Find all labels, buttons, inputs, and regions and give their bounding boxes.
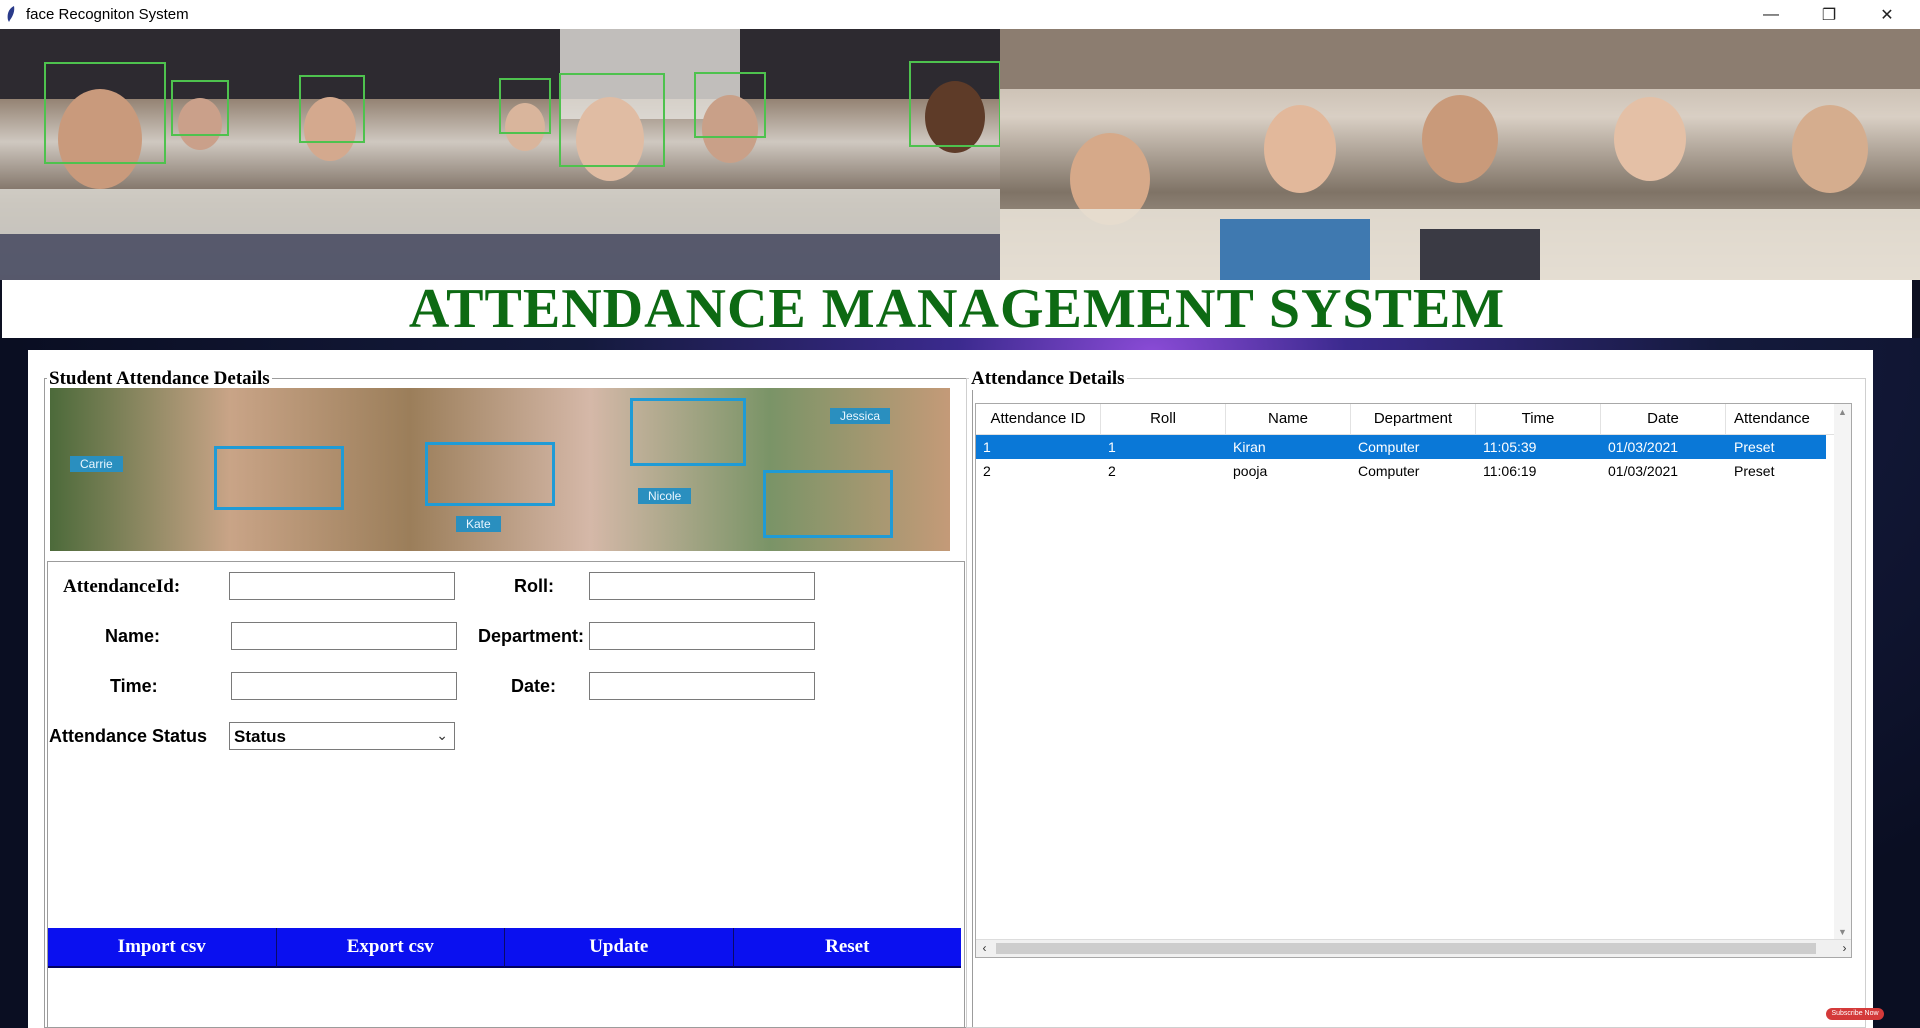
date-input[interactable]: [589, 672, 815, 700]
table-cell: 01/03/2021: [1608, 439, 1679, 455]
action-button-row: Import csv Export csv Update Reset: [48, 928, 961, 968]
table-cell: 2: [1108, 463, 1116, 479]
face-tag-kate: Kate: [456, 516, 501, 532]
table-cell: Preset: [1734, 463, 1775, 479]
face-tag-nicole: Nicole: [638, 488, 692, 504]
roll-input[interactable]: [589, 572, 815, 600]
lecture-hall-illustration: [1000, 29, 1920, 280]
column-header[interactable]: Time: [1476, 404, 1601, 434]
status-select-value: Status: [234, 727, 286, 746]
scroll-left-icon[interactable]: ‹: [976, 940, 993, 957]
heading-strip: ATTENDANCE MANAGEMENT SYSTEM: [2, 280, 1912, 338]
table-cell: Kiran: [1233, 439, 1266, 455]
attendance-id-label: AttendanceId:: [63, 576, 181, 597]
close-icon[interactable]: ✕: [1864, 0, 1910, 29]
face-tag-jessica: Jessica: [830, 408, 891, 424]
column-header[interactable]: Attendance: [1726, 404, 1826, 434]
face-box: [214, 446, 344, 510]
column-header[interactable]: Department: [1351, 404, 1476, 434]
roll-label: Roll:: [514, 576, 554, 596]
lecture-hall-banner-image: [1000, 29, 1920, 280]
face-tag-carrie: Carrie: [70, 456, 123, 472]
window-titlebar: face Recogniton System — ❐ ✕: [0, 0, 1920, 29]
classroom-banner-image: [0, 29, 1000, 280]
attendance-form: AttendanceId: Roll: Name: Department: Ti…: [47, 561, 965, 1028]
face-box: [763, 470, 893, 538]
window-title: face Recogniton System: [26, 6, 189, 23]
attendance-table[interactable]: Attendance ID Roll Name Department Time Date A…: [975, 403, 1852, 958]
restore-icon[interactable]: ❐: [1806, 0, 1852, 29]
attendance-id-input[interactable]: [229, 572, 455, 600]
reset-button[interactable]: Reset: [733, 928, 961, 968]
table-row[interactable]: 1 1 Kiran Computer 11:05:39 01/03/2021 Preset: [976, 435, 1826, 459]
student-attendance-details-panel: Student Attendance Details Jessica Carri…: [44, 368, 973, 1028]
name-input[interactable]: [231, 622, 457, 650]
attendance-status-label: Attendance Status: [49, 726, 208, 746]
department-label: Department:: [478, 626, 585, 646]
update-button[interactable]: Update: [505, 928, 734, 968]
time-label: Time:: [110, 676, 158, 696]
face-box: [630, 398, 746, 466]
vertical-scrollbar[interactable]: ▲ ▼: [1834, 404, 1851, 941]
page-title: ATTENDANCE MANAGEMENT SYSTEM: [408, 278, 1506, 340]
name-label: Name:: [105, 626, 161, 646]
scrollbar-thumb[interactable]: [996, 943, 1816, 954]
table-cell: Preset: [1734, 439, 1775, 455]
face-detection-image: Jessica Carrie Nicole Kate: [50, 388, 950, 551]
face-box: [425, 442, 555, 506]
panel-title: Attendance Details: [969, 368, 1127, 390]
table-cell: 1: [1108, 439, 1116, 455]
export-csv-button[interactable]: Export csv: [276, 928, 505, 968]
table-row[interactable]: 2 2 pooja Computer 11:06:19 01/03/2021 Preset: [976, 459, 1826, 483]
horizontal-scrollbar[interactable]: ‹ ›: [976, 939, 1851, 957]
classroom-face-detection-illustration: [0, 29, 1000, 280]
column-header[interactable]: Roll: [1101, 404, 1226, 434]
table-cell: 1: [983, 439, 991, 455]
table-header: Attendance ID Roll Name Department Time Date A…: [976, 404, 1836, 435]
attendance-details-panel: Attendance Details Attendance ID Roll Name…: [966, 368, 1866, 1028]
main-frame: Student Attendance Details Jessica Carri…: [28, 350, 1873, 1028]
time-input[interactable]: [231, 672, 457, 700]
table-cell: Computer: [1358, 463, 1420, 479]
department-input[interactable]: [589, 622, 815, 650]
scroll-up-icon[interactable]: ▲: [1834, 404, 1851, 421]
minimize-icon[interactable]: —: [1748, 0, 1794, 29]
table-cell: Computer: [1358, 439, 1420, 455]
attendance-status-select[interactable]: Status ⌄: [229, 722, 455, 750]
feather-icon: [7, 6, 15, 22]
table-body: 1 1 Kiran Computer 11:05:39 01/03/2021 Preset 2…: [976, 435, 1826, 483]
chevron-down-icon[interactable]: ⌄: [436, 727, 448, 744]
date-label: Date:: [511, 676, 557, 696]
table-cell: 01/03/2021: [1608, 463, 1679, 479]
panel-title: Student Attendance Details: [47, 368, 272, 390]
table-cell: 11:06:19: [1483, 463, 1537, 479]
column-header[interactable]: Attendance ID: [976, 404, 1101, 434]
subscribe-badge[interactable]: Subscribe Now: [1826, 1008, 1884, 1020]
column-header[interactable]: Date: [1601, 404, 1726, 434]
table-cell: 2: [983, 463, 991, 479]
table-cell: 11:05:39: [1483, 439, 1537, 455]
table-cell: pooja: [1233, 463, 1268, 479]
import-csv-button[interactable]: Import csv: [48, 928, 277, 968]
scroll-right-icon[interactable]: ›: [1836, 940, 1851, 957]
column-header[interactable]: Name: [1226, 404, 1351, 434]
